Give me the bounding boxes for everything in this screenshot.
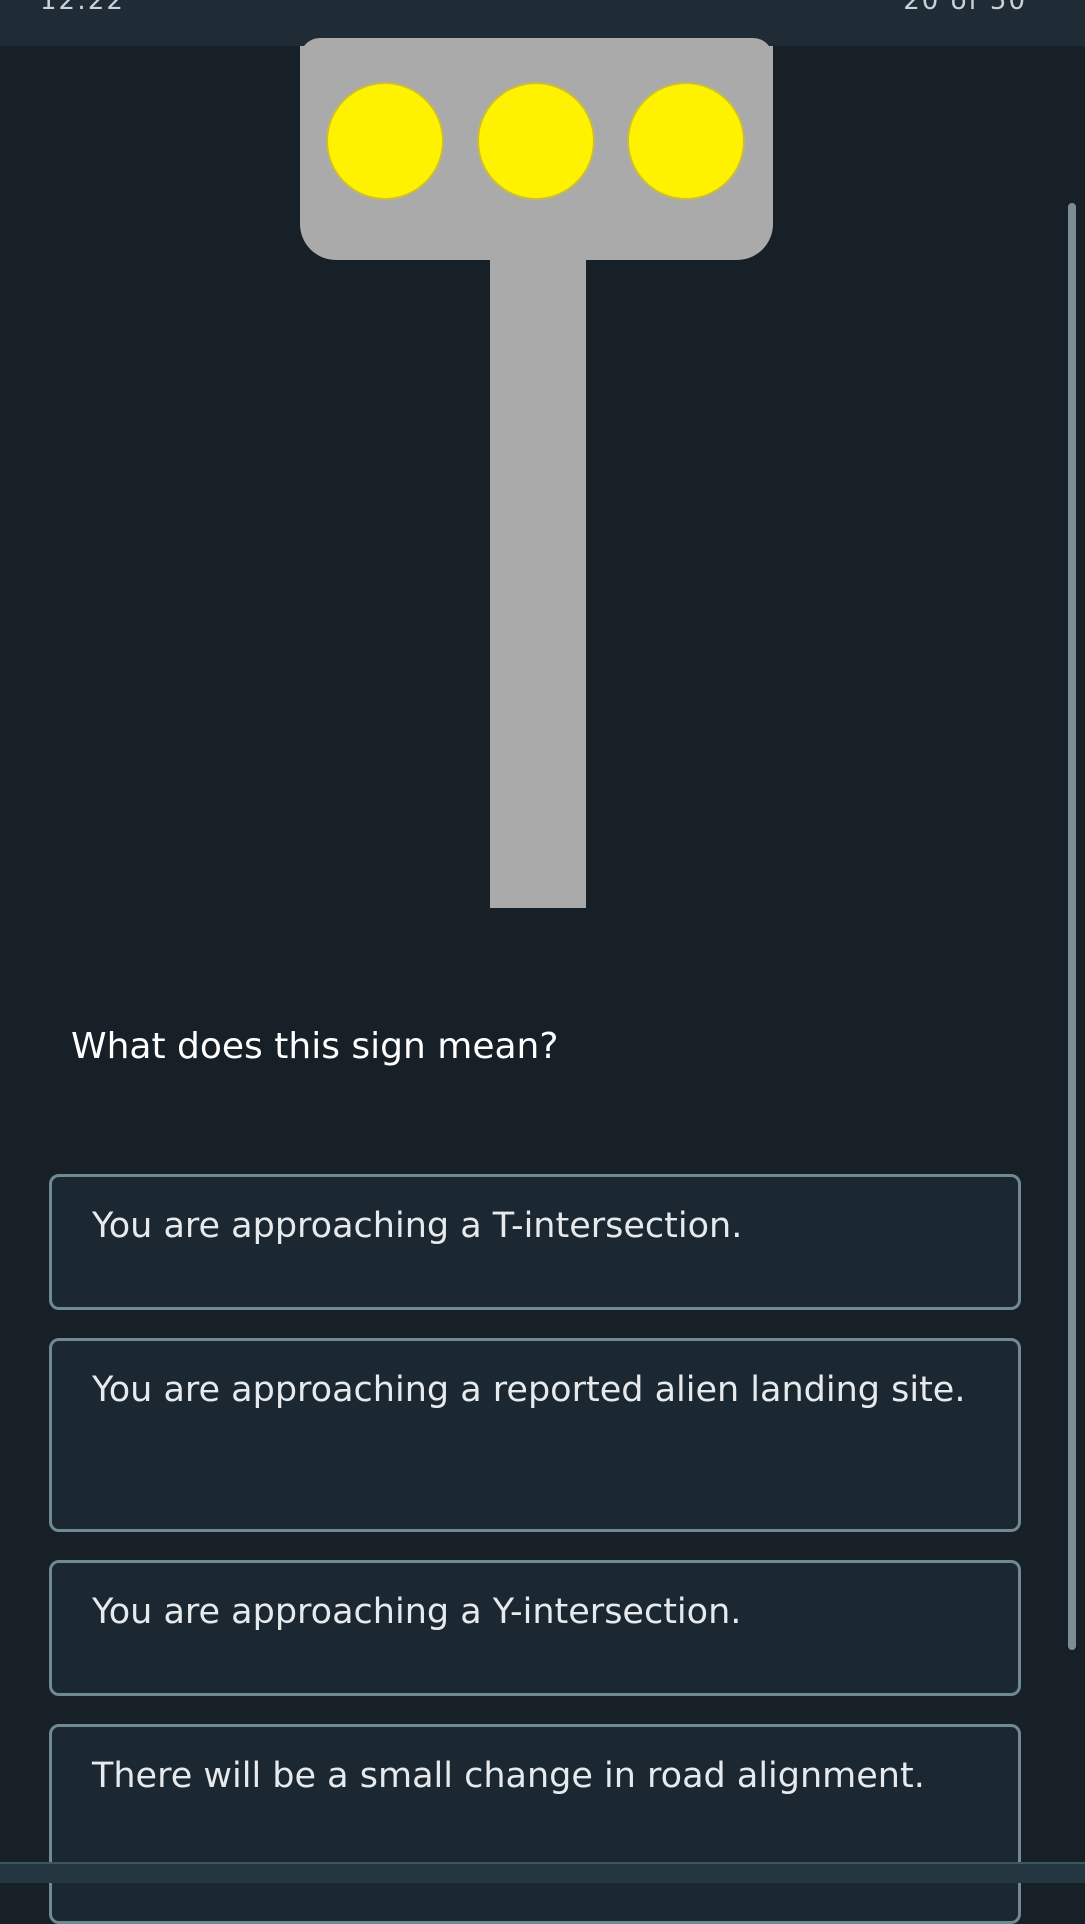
answer-option-2[interactable]: You are approaching a reported alien lan… [49,1338,1021,1532]
sign-light-right [629,84,743,198]
question-text: What does this sign mean? [71,1026,559,1067]
question-progress: 20 of 50 [903,0,1027,16]
traffic-sign-head [300,38,773,260]
answer-option-3[interactable]: You are approaching a Y-intersection. [49,1560,1021,1696]
answer-option-label: You are approaching a Y-intersection. [92,1592,742,1632]
status-time: 12:22 [40,0,125,16]
answer-option-4[interactable]: There will be a small change in road ali… [49,1724,1021,1924]
scrollbar[interactable] [1068,203,1076,1650]
answer-option-label: You are approaching a T-intersection. [92,1206,743,1246]
bottom-navigation-bar [0,1862,1085,1883]
sign-light-center [479,84,593,198]
answer-option-label: You are approaching a reported alien lan… [92,1370,966,1410]
sign-light-left [328,84,442,198]
answer-option-label: There will be a small change in road ali… [92,1756,925,1796]
answer-option-1[interactable]: You are approaching a T-intersection. [49,1174,1021,1310]
traffic-sign-post [490,260,586,908]
